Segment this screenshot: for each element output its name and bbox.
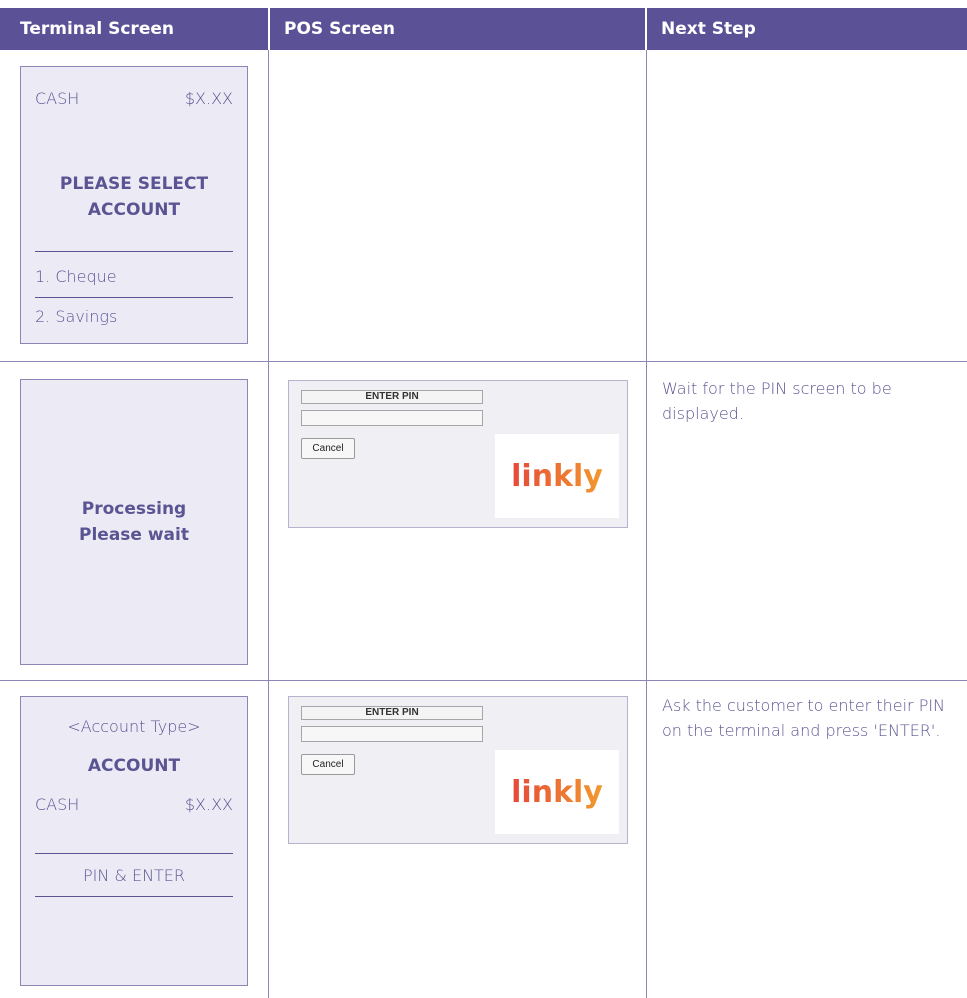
pos-title: ENTER PIN [301,390,483,404]
header-pos-screen: POS Screen [270,8,645,50]
terminal-processing-line2: Please wait [79,525,189,545]
terminal-amount: $X.XX [184,89,233,108]
column-divider-2 [646,50,647,998]
terminal-option-savings-label: 2. Savings [35,307,118,326]
terminal-amount: $X.XX [184,795,233,814]
terminal-screen-select-account: CASH $X.XX PLEASE SELECT ACCOUNT 1. Cheq… [20,66,248,344]
terminal-heading-line2: ACCOUNT [87,200,181,220]
row-divider-1 [0,361,967,362]
terminal-cash-row: CASH $X.XX [35,89,233,108]
pos-screen-enter-pin: ENTER PIN Cancel linkly [288,380,628,528]
cancel-button[interactable]: Cancel [301,754,355,775]
procedure-table: Terminal Screen POS Screen Next Step CAS… [0,0,967,998]
column-divider-1 [268,50,269,998]
terminal-heading-line1: PLEASE SELECT [59,174,209,194]
linkly-logo-image: linkly [511,459,603,494]
pin-input[interactable] [301,410,483,426]
terminal-screen-processing: Processing Please wait [20,379,248,665]
pos-screen-enter-pin: ENTER PIN Cancel linkly [288,696,628,844]
linkly-logo: linkly [495,750,619,834]
next-step-text: Wait for the PIN screen to be displayed. [662,379,892,423]
terminal-cash-label: CASH [35,795,80,814]
next-step-text: Ask the customer to enter their PIN on t… [662,696,946,740]
terminal-cash-row: CASH $X.XX [35,795,233,814]
row-divider-2 [0,680,967,681]
linkly-logo-text: linkly [511,459,603,494]
terminal-option-cheque: 1. Cheque [35,267,233,286]
linkly-logo-text: linkly [511,775,603,810]
header-terminal-screen: Terminal Screen [0,8,268,50]
terminal-processing-line1: Processing [81,499,187,519]
cancel-button[interactable]: Cancel [301,438,355,459]
terminal-cash-label: CASH [35,89,80,108]
terminal-pin-prompt: PIN & ENTER [82,866,186,885]
pin-input[interactable] [301,726,483,742]
terminal-divider [35,251,233,252]
linkly-logo-image: linkly [511,775,603,810]
terminal-screen-pin-entry: <Account Type> ACCOUNT CASH $X.XX PIN & … [20,696,248,986]
terminal-account-type: <Account Type> [67,717,201,736]
pos-title: ENTER PIN [301,706,483,720]
terminal-option-cheque-label: 1. Cheque [35,267,117,286]
terminal-divider [35,297,233,298]
header-next-step: Next Step [647,8,967,50]
terminal-option-savings: 2. Savings [35,307,233,326]
linkly-logo: linkly [495,434,619,518]
terminal-account-label: ACCOUNT [87,756,181,776]
terminal-divider [35,896,233,897]
terminal-divider [35,853,233,854]
